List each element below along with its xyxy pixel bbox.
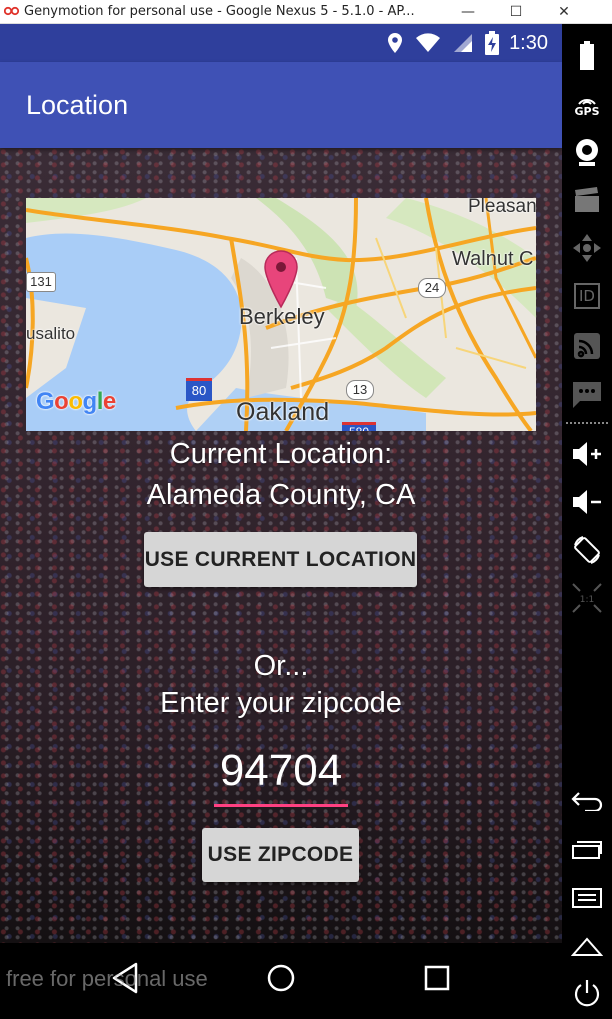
zipcode-prompt: Enter your zipcode xyxy=(160,687,402,719)
use-current-location-button[interactable]: USE CURRENT LOCATION xyxy=(144,532,417,587)
zipcode-input-underline xyxy=(214,804,348,807)
route-80-shield: 80 xyxy=(186,378,212,401)
rotate-icon[interactable] xyxy=(571,534,603,566)
nav-recents-icon[interactable] xyxy=(422,961,452,1000)
recent-apps-icon[interactable] xyxy=(571,834,603,866)
volume-up-icon[interactable] xyxy=(571,438,603,470)
status-clock: 1:30 xyxy=(509,31,548,54)
svg-text:1:1: 1:1 xyxy=(580,595,594,605)
or-label: Or... xyxy=(253,650,309,682)
volume-down-icon[interactable] xyxy=(571,486,603,518)
menu-icon[interactable] xyxy=(571,882,603,914)
map-label-sausalito: usalito xyxy=(26,324,76,343)
nav-home-icon[interactable] xyxy=(266,961,296,1000)
map-label-oakland: Oakland xyxy=(236,398,330,426)
camera-icon[interactable] xyxy=(571,136,603,168)
location-map[interactable]: 131 24 13 80 580 Pleasan Walnut C Berkel… xyxy=(26,198,536,431)
google-logo: Google xyxy=(36,388,116,415)
zipcode-input[interactable]: 94704 xyxy=(214,746,348,796)
app-bar: Location xyxy=(0,62,562,148)
location-icon xyxy=(387,32,403,54)
gps-icon[interactable]: GPS xyxy=(571,90,603,122)
battery-icon[interactable] xyxy=(571,40,603,72)
wifi-icon xyxy=(415,33,441,53)
route-13-shield: 13 xyxy=(346,380,374,400)
map-label-walnut: Walnut C xyxy=(452,248,534,270)
status-bar: 1:30 xyxy=(0,24,562,62)
maximize-button[interactable]: ☐ xyxy=(492,4,540,20)
back-icon[interactable] xyxy=(571,784,603,816)
route-24-shield: 24 xyxy=(418,278,446,298)
map-label-pleasant: Pleasan xyxy=(468,198,536,217)
scale-icon[interactable]: 1:1 xyxy=(571,582,603,614)
cast-icon[interactable] xyxy=(571,330,603,362)
app-bar-title: Location xyxy=(26,89,129,120)
genymotion-app-icon xyxy=(0,5,24,19)
sms-icon[interactable] xyxy=(571,378,603,410)
genymotion-side-panel: GPS ID 1:1 xyxy=(562,24,612,1019)
route-580-shield: 580 xyxy=(342,422,376,431)
close-button[interactable]: ✕ xyxy=(540,4,588,20)
power-icon[interactable] xyxy=(571,978,603,1010)
dpad-icon[interactable] xyxy=(571,232,603,264)
location-screen-content: 131 24 13 80 580 Pleasan Walnut C Berkel… xyxy=(0,148,562,943)
battery-charging-icon xyxy=(485,31,500,55)
window-title: Genymotion for personal use - Google Nex… xyxy=(24,4,415,19)
minimize-button[interactable]: — xyxy=(444,4,492,20)
phone-screen: 1:30 Location 131 24 13 80 Pleasan Walnu… xyxy=(0,24,562,1019)
window-title-bar: Genymotion for personal use - Google Nex… xyxy=(0,0,612,24)
current-location-value: Alameda County, CA xyxy=(146,479,416,511)
id-icon[interactable]: ID xyxy=(571,280,603,312)
personal-use-watermark: free for personal use xyxy=(6,966,208,991)
current-location-caption: Current Location: xyxy=(169,438,393,470)
signal-icon xyxy=(453,33,473,53)
side-panel-divider xyxy=(566,422,608,424)
video-icon[interactable] xyxy=(571,184,603,216)
use-zipcode-button[interactable]: USE ZIPCODE xyxy=(202,828,359,882)
route-131-shield: 131 xyxy=(26,272,56,292)
home-icon[interactable] xyxy=(571,930,603,962)
